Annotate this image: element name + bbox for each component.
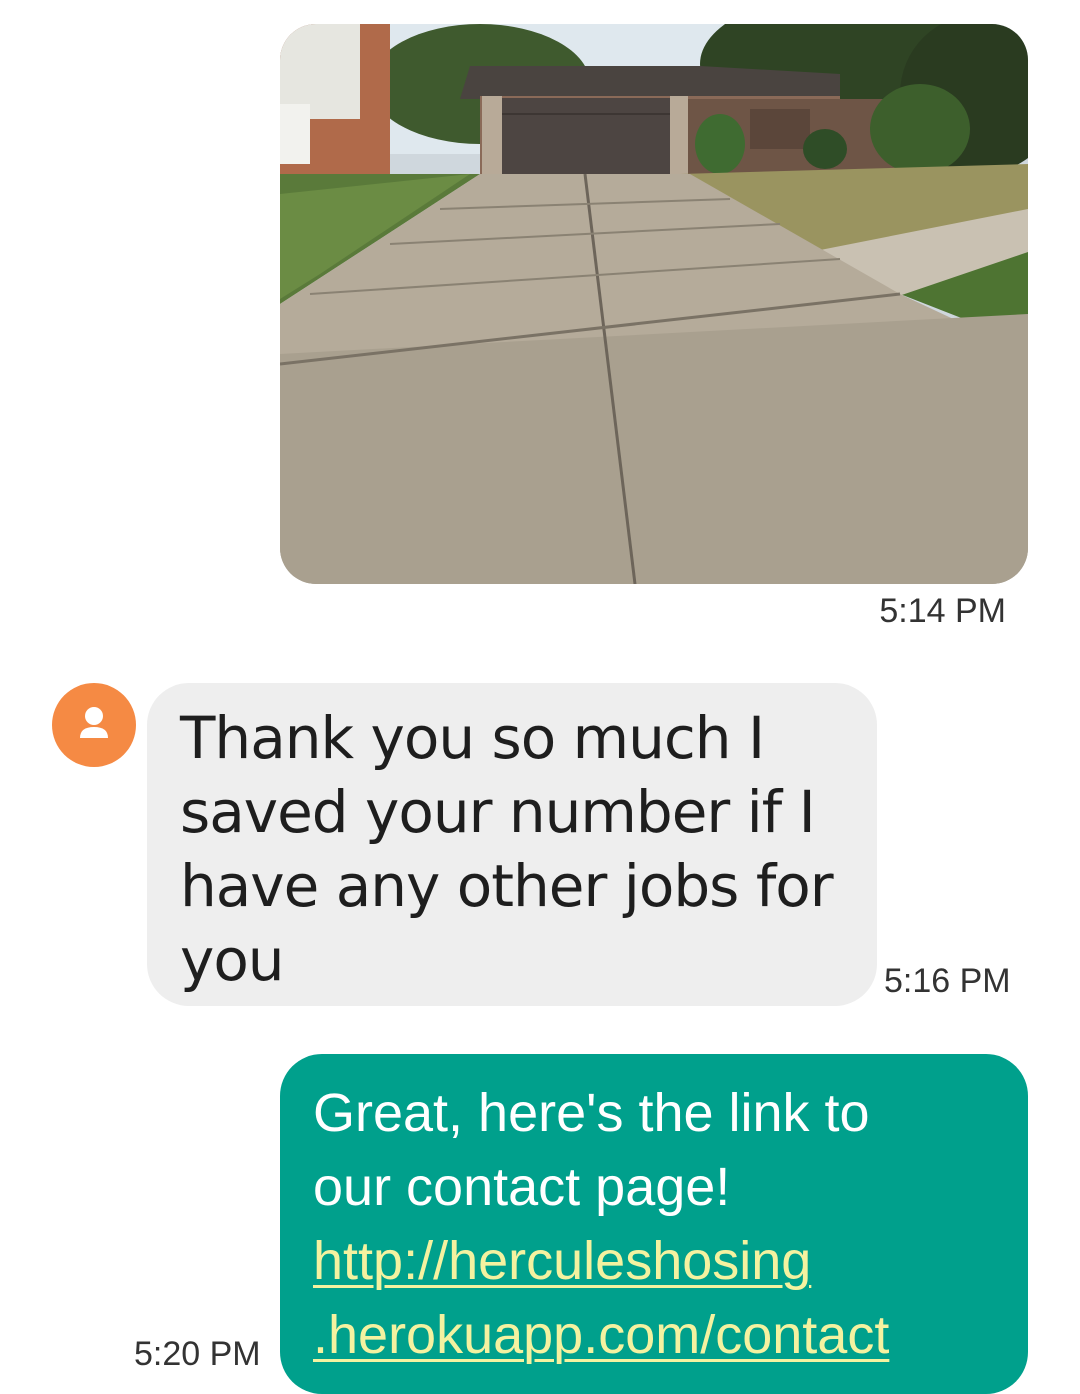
contact-avatar[interactable] xyxy=(52,683,136,767)
sent-photo[interactable] xyxy=(280,24,1028,584)
timestamp: 5:20 PM xyxy=(134,1335,261,1373)
incoming-message-text: Thank you so much I saved your number if… xyxy=(180,704,834,994)
contact-page-link[interactable]: http://herculeshosing .herokuapp.com/con… xyxy=(313,1224,1008,1372)
incoming-message-bubble[interactable]: Thank you so much I saved your number if… xyxy=(147,683,877,1006)
outgoing-message-text: Great, here's the link to our contact pa… xyxy=(313,1083,870,1217)
driveway-photo-image xyxy=(280,24,1028,584)
timestamp: 5:16 PM xyxy=(884,962,1011,1000)
outgoing-message-bubble[interactable]: Great, here's the link to our contact pa… xyxy=(280,1054,1028,1394)
timestamp: 5:14 PM xyxy=(879,592,1006,630)
person-icon xyxy=(80,707,108,738)
